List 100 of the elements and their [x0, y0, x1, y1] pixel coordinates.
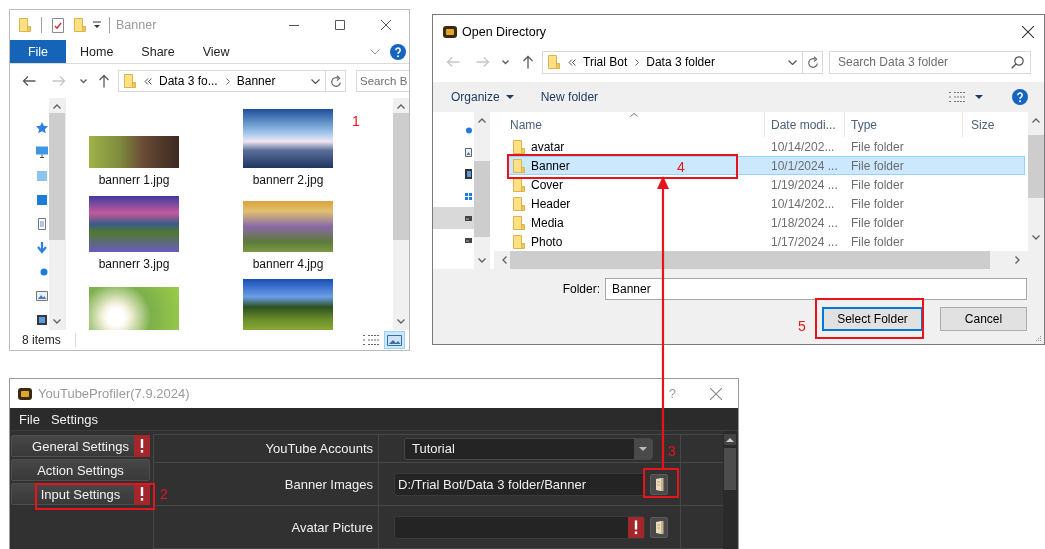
settings-tab-button[interactable]: Input Settings [11, 483, 150, 505]
close-icon[interactable] [1022, 25, 1034, 38]
scrollbar[interactable] [723, 431, 737, 549]
document-icon[interactable] [36, 218, 48, 230]
dropdown-icon[interactable] [93, 21, 101, 29]
file-name[interactable]: bannerr 3.jpg [98, 256, 170, 272]
menu-item[interactable]: Settings [50, 411, 98, 427]
column-header[interactable]: Date modi... [765, 112, 845, 137]
address-bar[interactable]: Data 3 fo... Banner [118, 70, 346, 92]
chevron-down-icon[interactable] [80, 78, 87, 84]
new-folder-button[interactable]: New folder [540, 90, 599, 104]
refresh-icon[interactable] [807, 55, 819, 69]
chevron-right-icon[interactable] [225, 77, 230, 85]
organize-button[interactable]: Organize [451, 90, 514, 104]
scrollbar[interactable] [49, 98, 65, 330]
details-view-icon[interactable] [949, 91, 965, 103]
select-folder-button[interactable]: Select Folder [822, 307, 923, 331]
file-name[interactable]: bannerr 1.jpg [98, 172, 170, 188]
list-row[interactable]: Photo 1/17/2024 ... File folder [507, 232, 1025, 251]
film-icon[interactable] [36, 314, 48, 326]
column-header[interactable]: Size [963, 112, 1028, 137]
file-name[interactable]: bannerr 4.jpg [252, 256, 324, 272]
ribbon-tab[interactable]: Share [127, 40, 189, 63]
chevron-up-icon[interactable] [478, 118, 486, 123]
column-header[interactable]: Name [507, 112, 765, 137]
account-dropdown[interactable]: Tutorial [404, 437, 653, 460]
breadcrumb[interactable]: Data 3 fo... [159, 74, 218, 88]
search-field[interactable]: Search B [356, 70, 409, 92]
up-arrow-icon[interactable] [522, 55, 534, 69]
help-icon[interactable] [1012, 89, 1028, 105]
maximize-icon[interactable] [335, 20, 345, 30]
star-icon[interactable] [36, 122, 48, 134]
ribbon-tab[interactable]: Home [66, 40, 128, 63]
path-field[interactable]: D:/Trial Bot/Data 3 folder/Banner [394, 472, 645, 496]
double-chevron-icon[interactable] [144, 77, 152, 85]
breadcrumb[interactable]: Banner [236, 74, 276, 88]
chevron-up-icon[interactable] [1032, 118, 1040, 123]
search-field[interactable]: Search Data 3 folder [829, 50, 1031, 74]
checklist-icon[interactable] [52, 17, 64, 33]
scroll-up-button[interactable] [724, 434, 736, 445]
close-icon[interactable] [381, 20, 391, 30]
chevron-down-icon[interactable] [311, 78, 320, 84]
folder-field[interactable]: Banner [605, 278, 1027, 300]
dropdown-button[interactable] [634, 438, 652, 459]
arrow-down-icon[interactable] [36, 242, 48, 254]
photo-placeholder[interactable] [89, 136, 179, 168]
help-icon[interactable] [390, 43, 406, 60]
refresh-icon[interactable] [330, 74, 342, 88]
step-number: 4 [677, 159, 685, 175]
type-cell-text: File folder [850, 196, 904, 211]
view-button[interactable] [384, 331, 405, 349]
monitor-icon[interactable] [36, 146, 48, 158]
scrollbar-thumb[interactable] [393, 113, 409, 240]
address-bar[interactable]: Trial Bot Data 3 folder [542, 50, 823, 74]
search-icon[interactable] [1011, 55, 1024, 69]
up-arrow-icon[interactable] [98, 74, 110, 88]
square-icon[interactable] [36, 194, 48, 206]
chevron-down-icon[interactable] [1032, 235, 1040, 240]
chevron-down-icon[interactable] [788, 59, 797, 65]
path-field[interactable] [394, 515, 645, 539]
caret-down-icon[interactable] [975, 95, 983, 99]
chevron-down-icon[interactable] [502, 59, 509, 65]
browse-button[interactable] [650, 516, 668, 538]
resize-grip-icon[interactable] [1035, 335, 1042, 342]
photo-placeholder[interactable] [243, 109, 333, 168]
chevron-down-icon[interactable] [53, 319, 61, 324]
chevron-up-icon[interactable] [53, 104, 61, 109]
folder-icon [513, 158, 525, 173]
column-header[interactable]: Type [845, 112, 963, 137]
chevron-up-icon[interactable] [397, 104, 405, 109]
list-row[interactable]: avatar 10/14/202... File folder [507, 137, 1025, 156]
chevron-right-icon[interactable] [635, 58, 640, 66]
browse-button[interactable] [650, 473, 668, 495]
picture-icon[interactable] [36, 290, 48, 302]
scrollbar-thumb[interactable] [1028, 135, 1044, 198]
chevron-right-icon[interactable] [1015, 256, 1020, 264]
nav-item[interactable] [433, 207, 474, 229]
chevron-down-icon[interactable] [397, 319, 405, 324]
breadcrumb[interactable]: Trial Bot [583, 55, 628, 69]
cancel-button[interactable]: Cancel [940, 307, 1027, 331]
double-chevron-icon[interactable] [568, 58, 576, 66]
list-row[interactable]: Media 1/18/2024 ... File folder [507, 213, 1025, 232]
file-name[interactable]: bannerr 2.jpg [252, 172, 324, 188]
settings-tab-button[interactable]: Action Settings [11, 459, 150, 481]
back-arrow-icon[interactable] [22, 75, 36, 87]
chevron-down-icon[interactable] [478, 258, 486, 263]
breadcrumb[interactable]: Data 3 folder [646, 55, 715, 69]
scrollbar-thumb[interactable] [724, 448, 736, 490]
file-tab[interactable]: File [10, 40, 66, 63]
settings-tab-button[interactable]: General Settings [11, 435, 150, 457]
menu-item[interactable]: File [19, 411, 40, 427]
chevron-left-icon[interactable] [502, 256, 507, 264]
ribbon-tab[interactable]: View [188, 40, 244, 63]
type-cell-text: File folder [850, 158, 904, 173]
scrollbar[interactable] [393, 98, 409, 330]
list-row[interactable]: Header 10/14/202... File folder [507, 194, 1025, 213]
dot-icon [465, 126, 472, 134]
scrollbar-thumb[interactable] [49, 113, 65, 240]
scrollbar-thumb[interactable] [474, 161, 490, 237]
list-row[interactable]: Cover 1/19/2024 ... File folder [507, 175, 1025, 194]
